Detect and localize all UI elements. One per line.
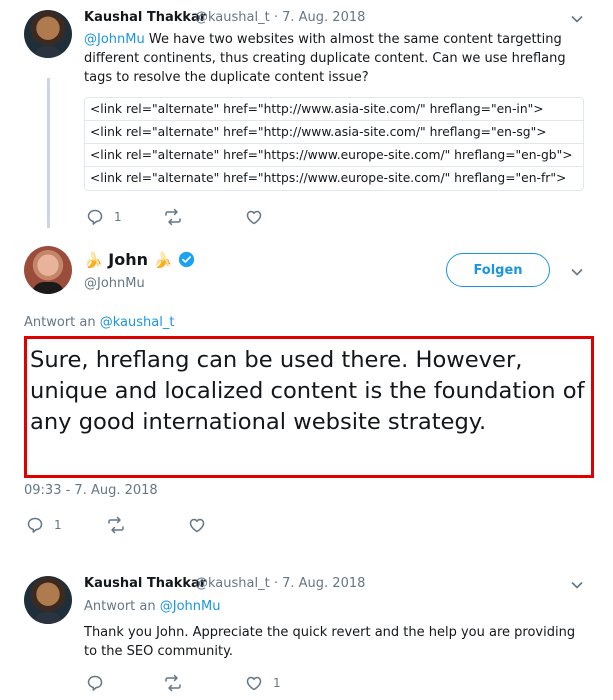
- code-line: <link rel="alternate" href="http://www.a…: [85, 121, 583, 144]
- like-button[interactable]: 1: [245, 674, 281, 692]
- heart-icon: [246, 210, 262, 225]
- author-name-row[interactable]: 🍌 John 🍌: [84, 250, 195, 269]
- heart-icon: [189, 518, 205, 533]
- reply-count: 1: [114, 210, 122, 224]
- reply-prefix: Antwort an: [84, 599, 160, 614]
- code-image[interactable]: <link rel="alternate" href="http://www.a…: [84, 97, 584, 191]
- author-name[interactable]: Kaushal Thakkar: [84, 10, 206, 25]
- retweet-icon: [165, 208, 181, 226]
- reply-count: 1: [54, 518, 62, 532]
- heart-icon: [246, 676, 262, 691]
- separator: ·: [273, 576, 278, 591]
- reply-icon: [27, 517, 43, 533]
- author-name[interactable]: Kaushal Thakkar: [84, 576, 206, 591]
- reply-context: Antwort an @kaushal_t: [24, 315, 174, 330]
- handle-text: @kaushal_t: [195, 576, 270, 591]
- like-button[interactable]: [188, 516, 206, 534]
- retweet-button[interactable]: [163, 674, 183, 692]
- reply-prefix: Antwort an: [24, 315, 100, 330]
- tweet-text-highlighted: Sure, hreflang can be used there. Howeve…: [24, 336, 594, 478]
- banana-icon: 🍌: [84, 251, 103, 269]
- tweet-date: 7. Aug. 2018: [282, 576, 366, 591]
- author-handle[interactable]: @kaushal_t · 7. Aug. 2018: [195, 10, 365, 25]
- like-button[interactable]: [245, 208, 263, 226]
- avatar[interactable]: [24, 246, 72, 294]
- tweet-date: 7. Aug. 2018: [282, 10, 366, 25]
- tweet-text: Thank you John. Appreciate the quick rev…: [84, 625, 576, 659]
- reply-icon: [87, 209, 103, 225]
- reply-button[interactable]: 1: [86, 208, 122, 226]
- reply-to-link[interactable]: @JohnMu: [160, 599, 221, 614]
- retweet-button[interactable]: [106, 516, 126, 534]
- reply-context: Antwort an @JohnMu: [84, 599, 220, 614]
- reply-button[interactable]: [86, 674, 104, 692]
- retweet-button[interactable]: [163, 208, 183, 226]
- code-line: <link rel="alternate" href="https://www.…: [85, 144, 583, 167]
- chevron-down-icon[interactable]: [570, 578, 584, 592]
- separator: ·: [273, 10, 278, 25]
- tweet-timestamp[interactable]: 09:33 - 7. Aug. 2018: [24, 483, 158, 498]
- chevron-down-icon[interactable]: [570, 12, 584, 26]
- chevron-down-icon[interactable]: [570, 265, 584, 279]
- handle-text: @kaushal_t: [195, 10, 270, 25]
- tweet-body: We have two websites with almost the sam…: [84, 32, 566, 85]
- author-handle[interactable]: @kaushal_t · 7. Aug. 2018: [195, 576, 365, 591]
- reply-to-link[interactable]: @kaushal_t: [100, 315, 175, 330]
- avatar[interactable]: [24, 576, 72, 624]
- verified-badge-icon: [178, 251, 194, 268]
- banana-icon: 🍌: [153, 251, 173, 269]
- author-name: John: [108, 250, 148, 269]
- author-handle[interactable]: @JohnMu: [84, 276, 145, 291]
- reply-icon: [87, 675, 103, 691]
- retweet-icon: [165, 674, 181, 692]
- like-count: 1: [273, 676, 281, 690]
- retweet-icon: [108, 516, 124, 534]
- follow-button[interactable]: Folgen: [446, 253, 550, 287]
- avatar[interactable]: [24, 10, 72, 58]
- thread-connector: [47, 78, 50, 228]
- mention-link[interactable]: @JohnMu: [84, 32, 145, 47]
- tweet-text: @JohnMu We have two websites with almost…: [84, 30, 589, 87]
- code-line: <link rel="alternate" href="http://www.a…: [85, 98, 583, 121]
- reply-button[interactable]: 1: [26, 516, 62, 534]
- code-line: <link rel="alternate" href="https://www.…: [90, 171, 567, 185]
